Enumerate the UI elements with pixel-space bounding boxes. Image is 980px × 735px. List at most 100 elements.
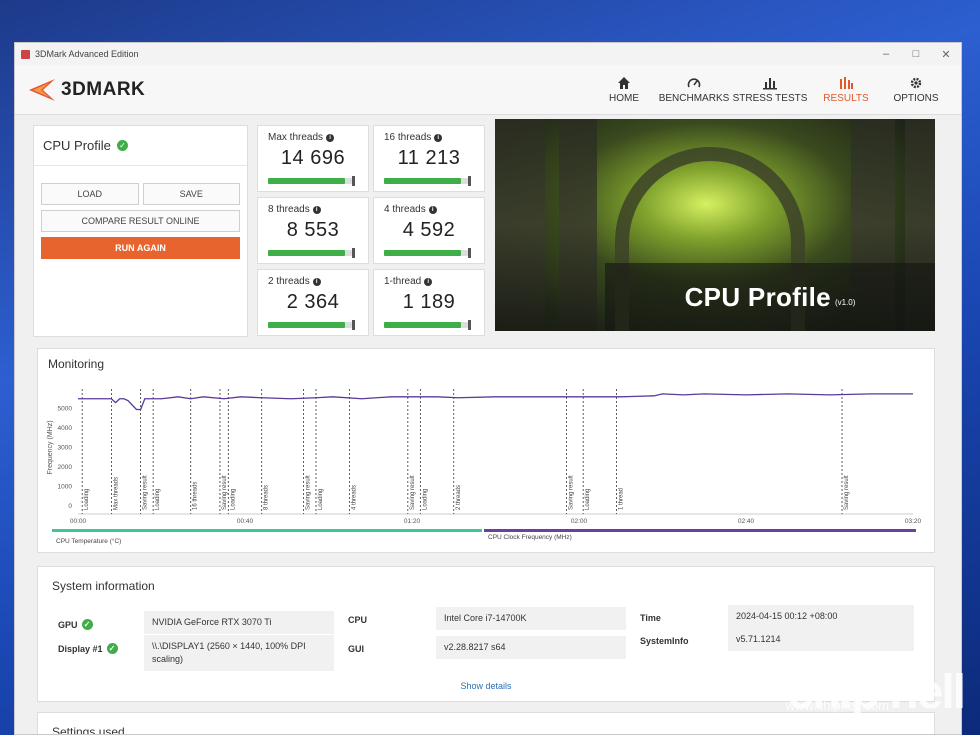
display-row: Display #1 ✓ [58, 643, 118, 654]
info-icon[interactable]: i [312, 277, 321, 286]
info-icon[interactable]: i [424, 277, 433, 286]
minimize-icon[interactable]: – [871, 48, 901, 61]
x-tick-label: 03:20 [905, 518, 922, 525]
window-title: 3DMark Advanced Edition [35, 49, 139, 59]
legend-bar-temperature [52, 529, 482, 532]
score-card-4-threads: 4 threads i 4 592 [373, 197, 485, 264]
check-icon: ✓ [106, 643, 118, 654]
nav-benchmarks-label: BENCHMARKS [658, 92, 730, 104]
hero-title-box: CPU Profile (v1.0) [605, 263, 935, 331]
watermark: chip hell www.chiphell.com [786, 669, 966, 717]
score-bar [268, 248, 355, 258]
systeminfo-key: SystemInfo [640, 636, 689, 646]
nav-options[interactable]: OPTIONS [881, 76, 951, 104]
x-tick-label: 02:00 [571, 518, 588, 525]
score-bar [384, 248, 471, 258]
phase-marker-label: 16 threads [193, 482, 199, 510]
phase-marker-label: Saving result [410, 475, 416, 510]
nav-home[interactable]: HOME [589, 76, 659, 104]
score-label: 1-thread [384, 276, 422, 287]
score-label: 4 threads [384, 204, 426, 215]
phase-marker-label: 4 threads [351, 485, 357, 510]
score-label: Max threads [268, 132, 324, 143]
phase-marker-label: Saving result [844, 475, 850, 510]
display-value: \\.\DISPLAY1 (2560 × 1440, 100% DPI scal… [144, 635, 334, 671]
score-card-2-threads: 2 threads i 2 364 [257, 269, 369, 336]
x-tick-label: 00:40 [237, 518, 254, 525]
nav-home-label: HOME [609, 92, 639, 104]
nav-options-label: OPTIONS [893, 92, 939, 104]
settings-title: Settings used [52, 725, 125, 735]
nav-stress-tests[interactable]: STRESS TESTS [729, 76, 811, 104]
hero-version: (v1.0) [834, 297, 856, 307]
y-tick-label: 4000 [58, 425, 73, 432]
phase-marker-label: Saving result [143, 475, 149, 510]
y-tick-label: 0 [68, 503, 72, 510]
y-tick-label: 2000 [58, 464, 73, 471]
3dmark-logo-icon [29, 78, 55, 101]
phase-marker-label: Loading [230, 489, 236, 510]
systeminfo-row: SystemInfo [640, 636, 689, 646]
title-bar: 3DMark Advanced Edition – □ ✕ [15, 43, 961, 65]
run-again-button[interactable]: RUN AGAIN [41, 237, 240, 259]
load-button[interactable]: LOAD [41, 183, 139, 205]
gpu-key: GPU ✓ [58, 619, 93, 630]
frequency-series-line [78, 393, 913, 411]
nav-benchmarks[interactable]: BENCHMARKS [659, 76, 729, 104]
phase-marker-label: Saving result [568, 475, 574, 510]
frequency-chart: Frequency (MHz) 0 1000 2000 3000 4000 5000 00:0… [47, 389, 922, 545]
score-value: 2 364 [286, 291, 340, 313]
gpu-value: NVIDIA GeForce RTX 3070 Ti [144, 611, 334, 634]
score-label: 16 threads [384, 132, 432, 143]
gui-value: v2.28.8217 s64 [436, 636, 626, 659]
check-icon: ✓ [81, 619, 93, 630]
x-tick-label: 01:20 [404, 518, 421, 525]
system-info-title: System information [52, 579, 155, 593]
phase-marker-label: Loading [155, 489, 161, 510]
phase-marker-label: 1 thread [619, 488, 625, 510]
display-key: Display #1 ✓ [58, 643, 118, 654]
phase-marker-label: Loading [422, 489, 428, 510]
score-value: 14 696 [280, 147, 346, 169]
score-bar [268, 320, 355, 330]
x-tick-label: 00:00 [70, 518, 87, 525]
phase-marker-label: Loading [585, 489, 591, 510]
y-axis-label: Frequency (MHz) [47, 420, 54, 474]
cpu-key: CPU [348, 615, 368, 625]
score-value: 4 592 [402, 219, 456, 241]
compare-online-button[interactable]: COMPARE RESULT ONLINE [41, 210, 240, 232]
score-value: 11 213 [397, 147, 461, 169]
maximize-icon[interactable]: □ [901, 48, 931, 61]
y-tick-label: 5000 [58, 406, 73, 413]
phase-marker-label: Loading [84, 489, 90, 510]
y-tick-label: 1000 [58, 484, 73, 491]
x-tick-label: 02:40 [738, 518, 755, 525]
cpu-value: Intel Core i7-14700K [436, 607, 626, 630]
nav-stress-tests-label: STRESS TESTS [732, 92, 808, 104]
benchmark-hero-image: CPU Profile (v1.0) [495, 119, 935, 331]
info-icon[interactable]: i [326, 133, 335, 142]
hero-title: CPU Profile [684, 281, 831, 312]
time-value: 2024-04-15 00:12 +08:00 [728, 605, 914, 628]
time-key: Time [640, 613, 661, 623]
home-icon [618, 76, 630, 89]
profile-card: CPU Profile ✓ LOAD SAVE COMPARE RESULT O… [33, 125, 248, 337]
gui-key: GUI [348, 644, 365, 654]
legend-label-frequency: CPU Clock Frequency (MHz) [488, 534, 572, 541]
close-icon[interactable]: ✕ [931, 48, 961, 61]
legend-label-temperature: CPU Temperature (°C) [56, 537, 121, 545]
time-row: Time [640, 613, 661, 623]
info-icon[interactable]: i [312, 205, 321, 214]
check-icon: ✓ [116, 140, 128, 151]
results-icon [840, 76, 853, 89]
score-card-16-threads: 16 threads i 11 213 [373, 125, 485, 192]
info-icon[interactable]: i [428, 205, 437, 214]
nav-results[interactable]: RESULTS [811, 76, 881, 104]
save-button[interactable]: SAVE [142, 183, 240, 205]
main-nav: HOME BENCHMARKS STRESS TESTS RESULTS OPT… [589, 76, 951, 104]
info-icon[interactable]: i [434, 133, 443, 142]
phase-marker-label: Saving result [222, 475, 228, 510]
bars-icon [763, 77, 777, 89]
score-card-8-threads: 8 threads i 8 553 [257, 197, 369, 264]
score-label: 8 threads [268, 204, 310, 215]
